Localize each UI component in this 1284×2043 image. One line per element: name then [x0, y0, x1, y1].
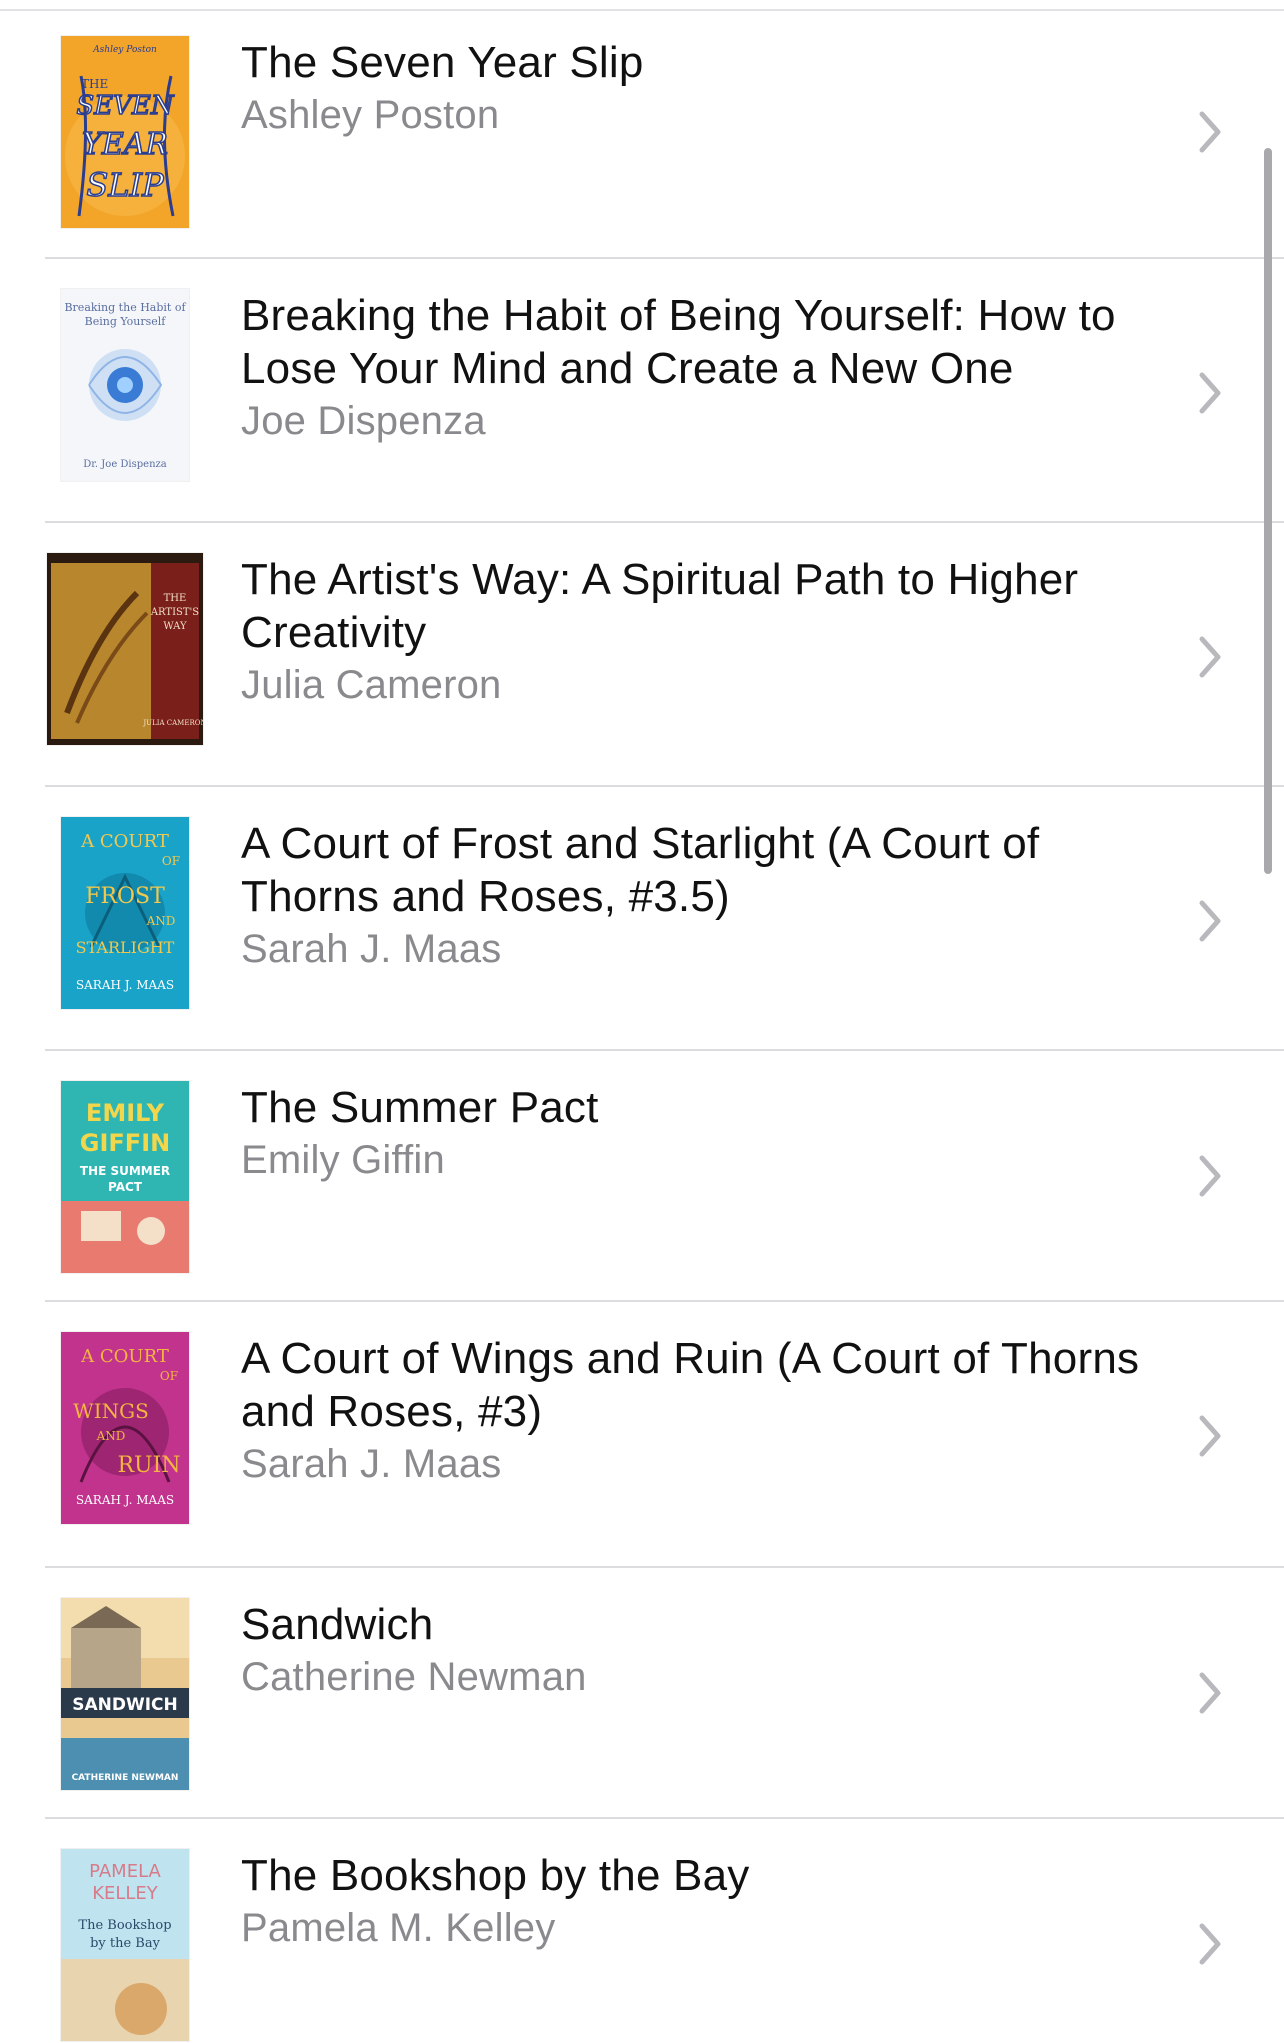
svg-text:SANDWICH: SANDWICH	[72, 1695, 178, 1715]
svg-text:GIFFIN: GIFFIN	[80, 1129, 170, 1157]
book-title: A Court of Wings and Ruin (A Court of Th…	[241, 1334, 1140, 1436]
svg-text:ARTIST'S: ARTIST'S	[150, 607, 199, 618]
row-separator	[45, 1566, 1284, 1568]
svg-text:SARAH J. MAAS: SARAH J. MAAS	[76, 978, 174, 992]
svg-text:SARAH J. MAAS: SARAH J. MAAS	[76, 1493, 174, 1507]
book-title: The Summer Pact	[241, 1083, 599, 1132]
book-title: The Artist's Way: A Spiritual Path to Hi…	[241, 555, 1079, 657]
breaking-habit-cover-art: Breaking the Habit of Being Yourself Dr.…	[61, 289, 189, 481]
svg-text:THE SUMMER: THE SUMMER	[80, 1164, 170, 1178]
svg-text:SLIP: SLIP	[86, 166, 164, 204]
svg-text:Being Yourself: Being Yourself	[85, 315, 167, 328]
svg-text:THE: THE	[81, 77, 108, 91]
court-frost-starlight-cover-art: A COURT OF FROST AND STARLIGHT SARAH J. …	[61, 817, 189, 1009]
chevron-right-icon	[1199, 372, 1221, 414]
svg-text:OF: OF	[162, 854, 180, 868]
book-cover: PAMELA KELLEY The Bookshop by the Bay	[47, 1849, 203, 2041]
scrollbar[interactable]	[1264, 148, 1272, 874]
row-separator	[45, 1300, 1284, 1302]
svg-text:RUIN: RUIN	[117, 1453, 180, 1478]
book-cover: EMILY GIFFIN THE SUMMER PACT	[47, 1081, 203, 1273]
svg-text:PACT: PACT	[108, 1180, 143, 1194]
svg-text:KELLEY: KELLEY	[92, 1883, 159, 1904]
book-title: Breaking the Habit of Being Yourself: Ho…	[241, 291, 1116, 393]
svg-text:FROST: FROST	[85, 884, 165, 909]
row-separator	[45, 1049, 1284, 1051]
top-separator	[0, 0, 1284, 11]
book-cover: A COURT OF WINGS AND RUIN SARAH J. MAAS	[47, 1332, 203, 1524]
svg-text:The Bookshop: The Bookshop	[78, 1918, 171, 1933]
book-cover: Ashley Poston THE SEVEN YEAR SLIP	[47, 36, 203, 228]
svg-text:A COURT: A COURT	[80, 831, 169, 852]
book-cover: SANDWICH CATHERINE NEWMAN	[47, 1598, 203, 1790]
court-wings-ruin-cover-art: A COURT OF WINGS AND RUIN SARAH J. MAAS	[61, 1332, 189, 1524]
row-separator	[45, 521, 1284, 523]
book-author: Ashley Poston	[241, 93, 500, 137]
book-author: Julia Cameron	[241, 663, 502, 707]
book-author: Sarah J. Maas	[241, 927, 502, 971]
svg-text:OF: OF	[160, 1369, 178, 1383]
chevron-right-icon	[1199, 1923, 1221, 1965]
book-title: The Bookshop by the Bay	[241, 1851, 750, 1900]
svg-text:Ashley Poston: Ashley Poston	[92, 45, 157, 55]
sandwich-cover-art: SANDWICH CATHERINE NEWMAN	[61, 1598, 189, 1790]
book-cover: THE ARTIST'S WAY JULIA CAMERON	[47, 553, 203, 745]
row-separator	[45, 1817, 1284, 1819]
book-title: A Court of Frost and Starlight (A Court …	[241, 819, 1040, 921]
svg-text:WINGS: WINGS	[73, 1399, 149, 1423]
svg-text:PAMELA: PAMELA	[89, 1861, 161, 1882]
book-author: Joe Dispenza	[241, 399, 486, 443]
svg-text:CATHERINE NEWMAN: CATHERINE NEWMAN	[72, 1773, 179, 1783]
chevron-right-icon	[1199, 1672, 1221, 1714]
book-author: Catherine Newman	[241, 1655, 587, 1699]
svg-text:JULIA CAMERON: JULIA CAMERON	[142, 719, 203, 727]
chevron-right-icon	[1199, 111, 1221, 153]
book-cover: Breaking the Habit of Being Yourself Dr.…	[47, 289, 203, 481]
svg-text:SEVEN: SEVEN	[76, 91, 175, 121]
svg-text:Dr. Joe Dispenza: Dr. Joe Dispenza	[83, 459, 167, 470]
svg-text:AND: AND	[96, 1429, 126, 1443]
svg-text:Breaking the Habit of: Breaking the Habit of	[64, 301, 186, 314]
artists-way-cover-art: THE ARTIST'S WAY JULIA CAMERON	[47, 553, 203, 745]
row-separator	[45, 257, 1284, 259]
book-title: Sandwich	[241, 1600, 434, 1649]
bookshop-by-the-bay-cover-art: PAMELA KELLEY The Bookshop by the Bay	[61, 1849, 189, 2041]
svg-text:A COURT: A COURT	[80, 1346, 169, 1367]
chevron-right-icon	[1199, 1415, 1221, 1457]
chevron-right-icon	[1199, 636, 1221, 678]
book-cover: A COURT OF FROST AND STARLIGHT SARAH J. …	[47, 817, 203, 1009]
row-separator	[45, 785, 1284, 787]
book-author: Sarah J. Maas	[241, 1442, 502, 1486]
chevron-right-icon	[1199, 1155, 1221, 1197]
seven-year-slip-cover-art: Ashley Poston THE SEVEN YEAR SLIP	[61, 36, 189, 228]
svg-text:STARLIGHT: STARLIGHT	[76, 938, 175, 957]
svg-text:by the Bay: by the Bay	[90, 1936, 161, 1951]
summer-pact-cover-art: EMILY GIFFIN THE SUMMER PACT	[61, 1081, 189, 1273]
svg-text:EMILY: EMILY	[86, 1099, 165, 1127]
book-author: Pamela M. Kelley	[241, 1906, 556, 1950]
svg-text:THE: THE	[164, 593, 187, 604]
chevron-right-icon	[1199, 900, 1221, 942]
book-author: Emily Giffin	[241, 1138, 445, 1182]
book-title: The Seven Year Slip	[241, 38, 644, 87]
svg-text:WAY: WAY	[163, 621, 187, 632]
svg-text:YEAR: YEAR	[82, 127, 168, 162]
svg-text:AND: AND	[146, 914, 176, 928]
